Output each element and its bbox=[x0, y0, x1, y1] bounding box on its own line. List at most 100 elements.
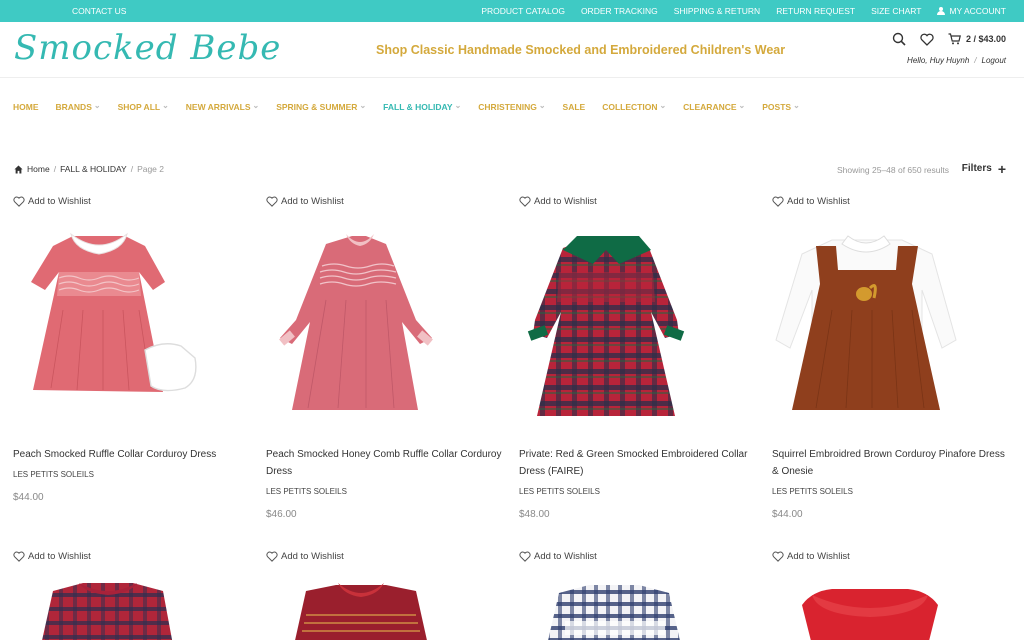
user-greeting: Hello, Huy Huynh / Logout bbox=[907, 56, 1006, 65]
breadcrumb-page: Page 2 bbox=[137, 164, 165, 174]
product-image[interactable] bbox=[772, 575, 1012, 640]
product-card: Add to Wishlist Peach Smocked Ruffle Col… bbox=[13, 196, 253, 503]
product-image[interactable] bbox=[266, 220, 506, 420]
product-card: Add to Wishlist Squirrel Embroidred Brow… bbox=[772, 196, 1012, 520]
product-image[interactable] bbox=[772, 220, 1012, 420]
add-to-wishlist-button[interactable]: Add to Wishlist bbox=[519, 196, 759, 207]
heart-icon bbox=[266, 551, 278, 562]
product-card: Add to Wishlist bbox=[13, 551, 253, 640]
product-title[interactable]: Private: Red & Green Smocked Embroidered… bbox=[519, 446, 759, 480]
product-brand[interactable]: LES PETITS SOLEILS bbox=[519, 483, 759, 500]
cart-icon bbox=[948, 33, 961, 45]
product-info: Peach Smocked Ruffle Collar Corduroy Dre… bbox=[13, 446, 253, 506]
nav-spring-summer[interactable]: SPRING & SUMMER bbox=[276, 102, 366, 112]
product-brand[interactable]: LES PETITS SOLEILS bbox=[772, 483, 1012, 500]
product-image[interactable] bbox=[13, 575, 253, 640]
greeting-text: Hello, Huy Huynh bbox=[907, 56, 970, 65]
heart-icon bbox=[519, 551, 531, 562]
add-to-wishlist-button[interactable]: Add to Wishlist bbox=[266, 196, 506, 207]
product-title[interactable]: Squirrel Embroidred Brown Corduroy Pinaf… bbox=[772, 446, 1012, 480]
product-title[interactable]: Peach Smocked Ruffle Collar Corduroy Dre… bbox=[13, 446, 253, 463]
wishlist-label: Add to Wishlist bbox=[28, 551, 91, 562]
add-to-wishlist-button[interactable]: Add to Wishlist bbox=[772, 551, 1012, 562]
wishlist-label: Add to Wishlist bbox=[28, 196, 91, 207]
breadcrumb: Home / FALL & HOLIDAY / Page 2 bbox=[14, 164, 164, 174]
product-image[interactable] bbox=[266, 575, 506, 640]
nav-brands[interactable]: BRANDS bbox=[56, 102, 101, 112]
product-card: Add to Wishlist bbox=[266, 551, 506, 640]
add-to-wishlist-button[interactable]: Add to Wishlist bbox=[772, 196, 1012, 207]
heart-icon bbox=[266, 196, 278, 207]
wishlist-label: Add to Wishlist bbox=[281, 551, 344, 562]
wishlist-label: Add to Wishlist bbox=[534, 196, 597, 207]
order-tracking-link[interactable]: ORDER TRACKING bbox=[581, 6, 658, 16]
product-info: Peach Smocked Honey Comb Ruffle Collar C… bbox=[266, 446, 506, 523]
site-tagline: Shop Classic Handmade Smocked and Embroi… bbox=[376, 43, 786, 57]
return-request-link[interactable]: RETURN REQUEST bbox=[776, 6, 855, 16]
product-info: Private: Red & Green Smocked Embroidered… bbox=[519, 446, 759, 523]
contact-us-link[interactable]: CONTACT US bbox=[72, 6, 126, 16]
nav-new-arrivals[interactable]: NEW ARRIVALS bbox=[186, 102, 259, 112]
product-price: $44.00 bbox=[13, 492, 44, 503]
heart-icon bbox=[772, 196, 784, 207]
breadcrumb-separator: / bbox=[53, 164, 57, 174]
product-card: Add to Wishlist bbox=[772, 551, 1012, 640]
heart-icon bbox=[772, 551, 784, 562]
product-price: $44.00 bbox=[772, 509, 803, 520]
results-count: Showing 25–48 of 650 results bbox=[837, 165, 949, 175]
filters-button[interactable]: Filters + bbox=[961, 160, 1006, 177]
product-card: Add to Wishlist Peach Smocked Honey Comb… bbox=[266, 196, 506, 520]
logout-link[interactable]: Logout bbox=[982, 56, 1006, 65]
heart-icon bbox=[13, 196, 25, 207]
nav-christening[interactable]: CHRISTENING bbox=[478, 102, 545, 112]
product-price: $46.00 bbox=[266, 509, 297, 520]
user-icon bbox=[937, 7, 946, 15]
product-brand[interactable]: LES PETITS SOLEILS bbox=[13, 466, 253, 483]
nav-collection[interactable]: COLLECTION bbox=[602, 102, 666, 112]
cart-total: 2 / $43.00 bbox=[965, 34, 1006, 44]
breadcrumb-category[interactable]: FALL & HOLIDAY bbox=[60, 164, 127, 174]
add-to-wishlist-button[interactable]: Add to Wishlist bbox=[13, 551, 253, 562]
nav-posts[interactable]: POSTS bbox=[762, 102, 800, 112]
wishlist-label: Add to Wishlist bbox=[281, 196, 344, 207]
product-card: Add to Wishlist bbox=[519, 551, 759, 640]
heart-icon bbox=[519, 196, 531, 207]
wishlist-label: Add to Wishlist bbox=[787, 196, 850, 207]
my-account-link[interactable]: MY ACCOUNT bbox=[937, 6, 1006, 16]
header-icons: 2 / $43.00 bbox=[892, 32, 1006, 46]
shipping-return-link[interactable]: SHIPPING & RETURN bbox=[674, 6, 760, 16]
my-account-label: MY ACCOUNT bbox=[949, 6, 1006, 16]
main-nav: HOME BRANDS SHOP ALL NEW ARRIVALS SPRING… bbox=[13, 102, 800, 112]
product-brand[interactable]: LES PETITS SOLEILS bbox=[266, 483, 506, 500]
breadcrumb-home[interactable]: Home bbox=[27, 164, 50, 174]
wishlist-label: Add to Wishlist bbox=[534, 551, 597, 562]
site-logo[interactable]: Smocked Bebe bbox=[14, 28, 281, 68]
add-to-wishlist-button[interactable]: Add to Wishlist bbox=[13, 196, 253, 207]
product-card: Add to Wishlist Private: Red & Green Smo… bbox=[519, 196, 759, 520]
wishlist-label: Add to Wishlist bbox=[787, 551, 850, 562]
nav-clearance[interactable]: CLEARANCE bbox=[683, 102, 745, 112]
product-catalog-link[interactable]: PRODUCT CATALOG bbox=[481, 6, 565, 16]
wishlist-heart-icon[interactable] bbox=[920, 33, 934, 46]
product-price: $48.00 bbox=[519, 509, 550, 520]
product-info: Squirrel Embroidred Brown Corduroy Pinaf… bbox=[772, 446, 1012, 523]
product-image[interactable] bbox=[519, 220, 759, 420]
top-links: PRODUCT CATALOG ORDER TRACKING SHIPPING … bbox=[481, 6, 1006, 16]
cart-button[interactable]: 2 / $43.00 bbox=[948, 33, 1006, 45]
nav-fall-holiday[interactable]: FALL & HOLIDAY bbox=[383, 102, 461, 112]
filters-label: Filters bbox=[961, 163, 992, 174]
size-chart-link[interactable]: SIZE CHART bbox=[871, 6, 921, 16]
plus-icon: + bbox=[997, 160, 1006, 177]
nav-home[interactable]: HOME bbox=[13, 102, 39, 112]
home-icon bbox=[14, 164, 23, 174]
product-title[interactable]: Peach Smocked Honey Comb Ruffle Collar C… bbox=[266, 446, 506, 480]
heart-icon bbox=[13, 551, 25, 562]
add-to-wishlist-button[interactable]: Add to Wishlist bbox=[519, 551, 759, 562]
search-icon[interactable] bbox=[892, 32, 906, 46]
add-to-wishlist-button[interactable]: Add to Wishlist bbox=[266, 551, 506, 562]
nav-shop-all[interactable]: SHOP ALL bbox=[118, 102, 169, 112]
nav-sale[interactable]: SALE bbox=[563, 102, 586, 112]
product-image[interactable] bbox=[519, 575, 759, 640]
top-bar: CONTACT US PRODUCT CATALOG ORDER TRACKIN… bbox=[0, 0, 1024, 22]
product-image[interactable] bbox=[13, 220, 253, 420]
